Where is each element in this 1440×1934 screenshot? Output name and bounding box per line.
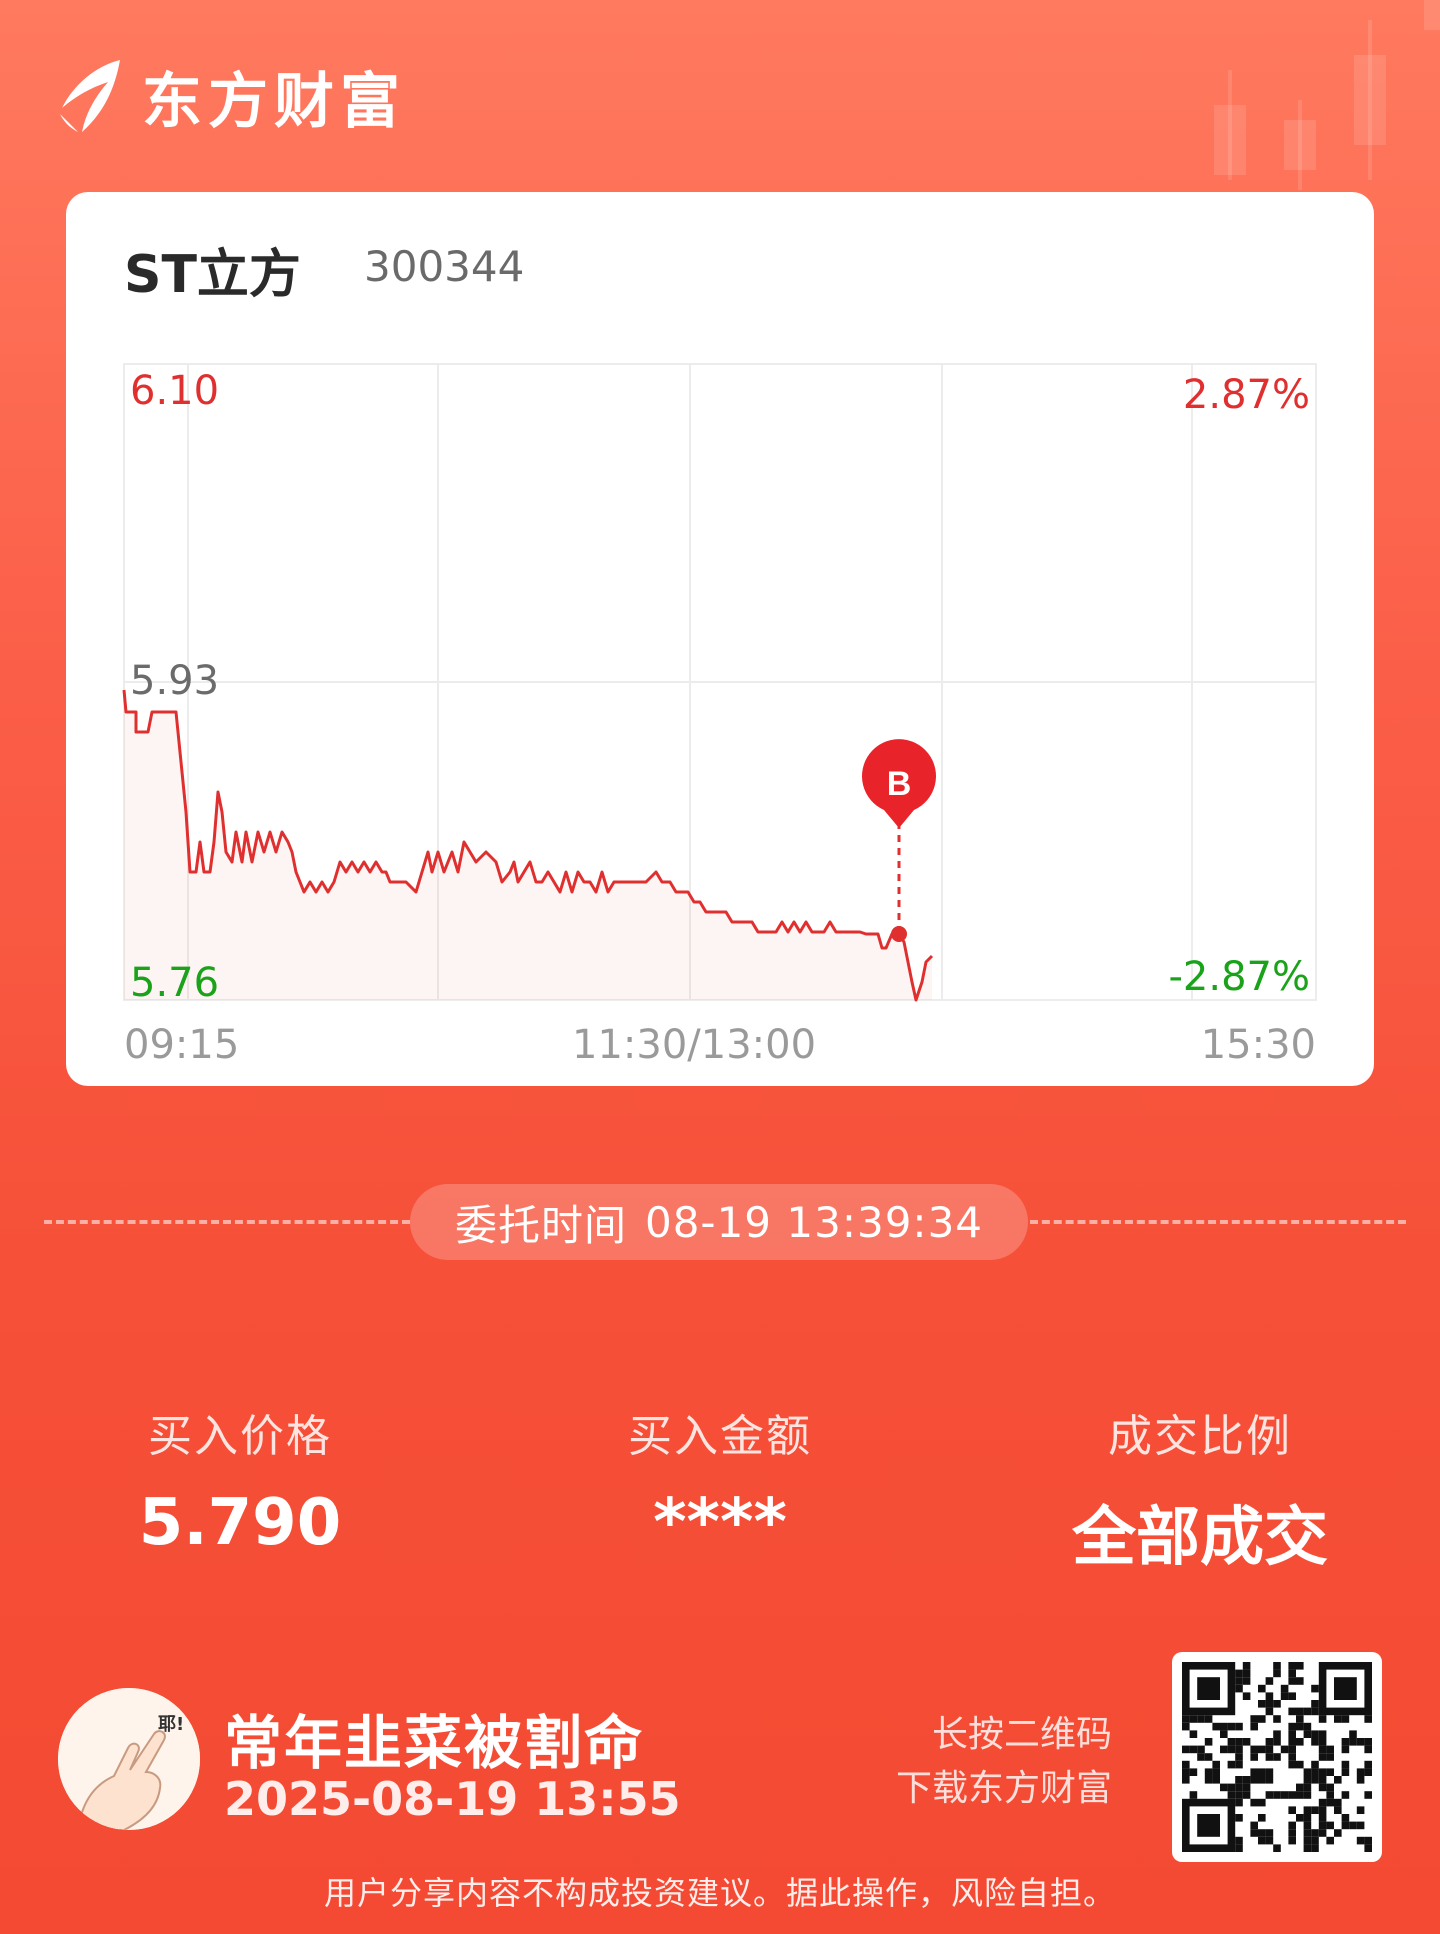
eastmoney-logo-icon [60,60,120,132]
fill-ratio-label: 成交比例 [1108,1411,1292,1462]
buy-marker[interactable]: B [862,739,936,942]
stat-buy-price: 买入价格 5.790 [70,1400,410,1560]
background-candles-decoration [1214,0,1440,190]
pct-high-label: 2.87% [1182,372,1310,418]
dashed-divider-left [44,1220,410,1224]
buy-price-label: 买入价格 [148,1411,332,1462]
stat-fill-ratio: 成交比例 全部成交 [1030,1400,1370,1578]
buy-price-value: 5.790 [138,1486,342,1560]
price-low-label: 5.76 [130,960,220,1006]
brand-logo: 东方财富 [56,56,406,137]
order-time-pill: 委托时间 08-19 13:39:34 [410,1184,1028,1260]
svg-text:耶!: 耶! [158,1714,184,1735]
pct-low-label: -2.87% [1168,954,1310,1000]
order-time-value: 08-19 13:39:34 [644,1197,984,1247]
download-qr-code[interactable] [1172,1652,1382,1862]
dashed-divider-right [1030,1220,1406,1224]
user-name: 常年韭菜被割命 [224,1709,645,1777]
qr-code-icon [1182,1662,1372,1852]
stat-buy-amount: 买入金额 **** [550,1400,890,1560]
time-start-label: 09:15 [124,1022,240,1068]
order-time-label: 委托时间 [454,1200,627,1250]
price-mid-label: 5.93 [130,658,220,704]
disclaimer: 用户分享内容不构成投资建议。据此操作，风险自担。 [323,1874,1116,1912]
user-avatar[interactable]: 耶! [58,1688,200,1830]
qr-hint-line1: 长按二维码 [931,1714,1112,1755]
buy-marker-label: B [887,765,912,803]
share-timestamp: 2025-08-19 13:55 [224,1772,681,1826]
buy-amount-label: 买入金额 [628,1411,812,1462]
stock-chart-card[interactable]: ST立方 300344 B 6.10 5.93 5.76 2.87% -2.87… [66,192,1374,1086]
fill-ratio-value: 全部成交 [1072,1501,1328,1575]
intraday-chart[interactable]: B [66,192,1374,1086]
brand-name: 东方财富 [142,66,406,137]
price-high-label: 6.10 [130,368,220,414]
qr-hint: 长按二维码 下载东方财富 [896,1708,1112,1816]
time-end-label: 15:30 [1200,1022,1316,1068]
qr-hint-line2: 下载东方财富 [895,1768,1112,1809]
avatar-hand-icon: 耶! [58,1688,200,1830]
buy-amount-value: **** [653,1486,787,1560]
time-mid-label: 11:30/13:00 [572,1022,817,1068]
